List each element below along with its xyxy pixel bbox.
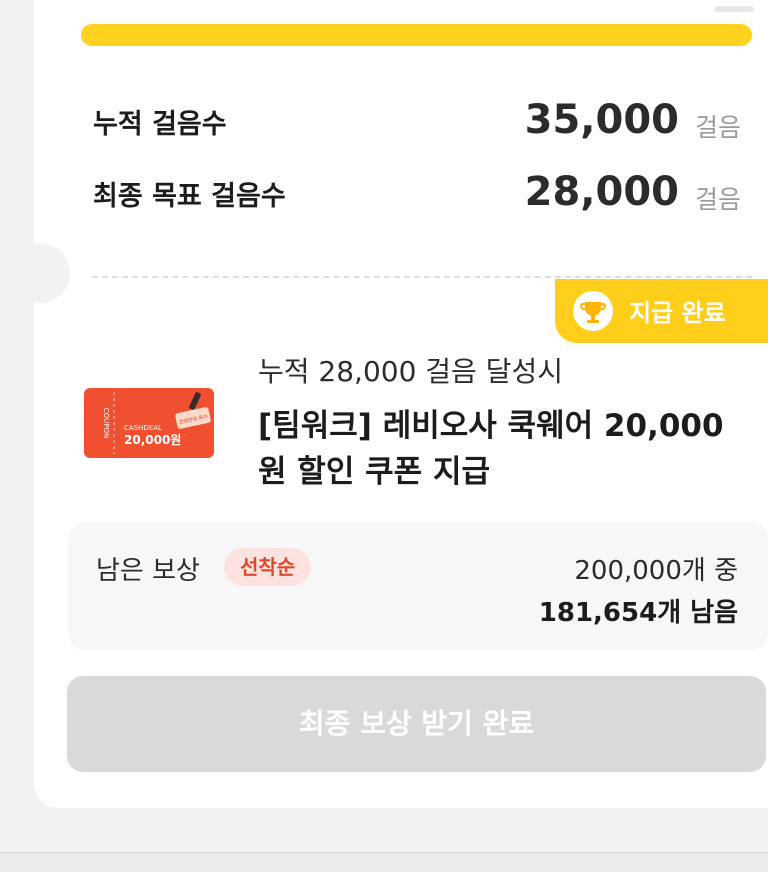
final-reward-complete-button[interactable]: 최종 보상 받기 완료 (67, 676, 766, 772)
goal-steps-row: 최종 목표 걸음수 28,000 걸음 (93, 168, 741, 218)
bottom-edge (0, 852, 768, 872)
goal-steps-value: 28,000 (524, 169, 679, 215)
payment-complete-label: 지급 완료 (629, 299, 726, 327)
goal-steps-label: 최종 목표 걸음수 (93, 181, 286, 212)
coupon-amount: 20,000원 (124, 433, 181, 447)
coupon-image: COUPON CASHDEAL 20,000원 한정판매 특가 (84, 388, 214, 458)
scroll-indicator (714, 6, 754, 12)
remaining-rewards-box: 남은 보상 선착순 200,000개 중 181,654개 남음 (68, 522, 768, 650)
step-progress-bar (81, 24, 752, 46)
remaining-rewards-label: 남은 보상 (96, 556, 200, 586)
reward-condition: 누적 28,000 걸음 달성시 (258, 355, 563, 388)
accumulated-steps-label: 누적 걸음수 (93, 109, 227, 140)
payment-complete-badge: 지급 완료 (555, 279, 768, 343)
ticket-notch (10, 243, 70, 303)
accumulated-steps-row: 누적 걸음수 35,000 걸음 (93, 96, 741, 146)
coupon-brand: CASHDEAL (124, 424, 162, 432)
total-rewards: 200,000개 중 (574, 556, 738, 586)
accumulated-steps-value: 35,000 (524, 97, 679, 143)
trophy-icon (573, 291, 613, 331)
dashed-divider (92, 276, 752, 278)
first-come-badge: 선착순 (224, 548, 312, 586)
accumulated-steps-unit: 걸음 (694, 113, 741, 142)
reward-title: [팀워크] 레비오사 쿡웨어 20,000원 할인 쿠폰 지급 (258, 408, 724, 490)
rewards-left: 181,654개 남음 (538, 598, 738, 628)
coupon-side-text: COUPON (102, 408, 110, 439)
goal-steps-unit: 걸음 (694, 185, 741, 214)
